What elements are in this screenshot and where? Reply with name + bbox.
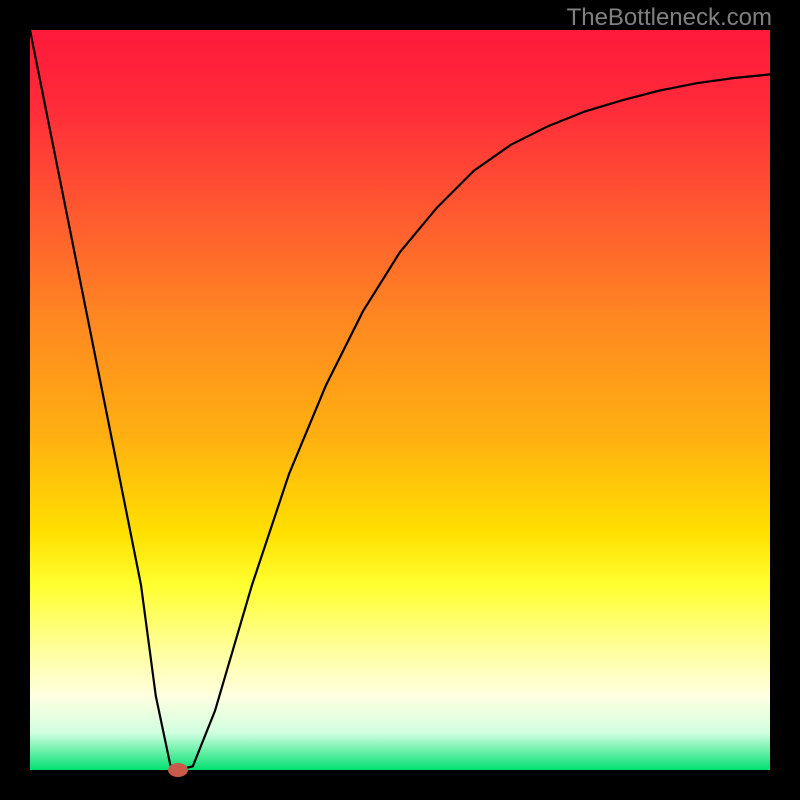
watermark-text: TheBottleneck.com bbox=[567, 4, 772, 32]
curve-svg bbox=[30, 30, 770, 770]
plot-area bbox=[30, 30, 770, 770]
minimum-marker bbox=[168, 763, 188, 777]
bottleneck-curve bbox=[30, 30, 770, 770]
chart-container: TheBottleneck.com bbox=[0, 0, 800, 800]
